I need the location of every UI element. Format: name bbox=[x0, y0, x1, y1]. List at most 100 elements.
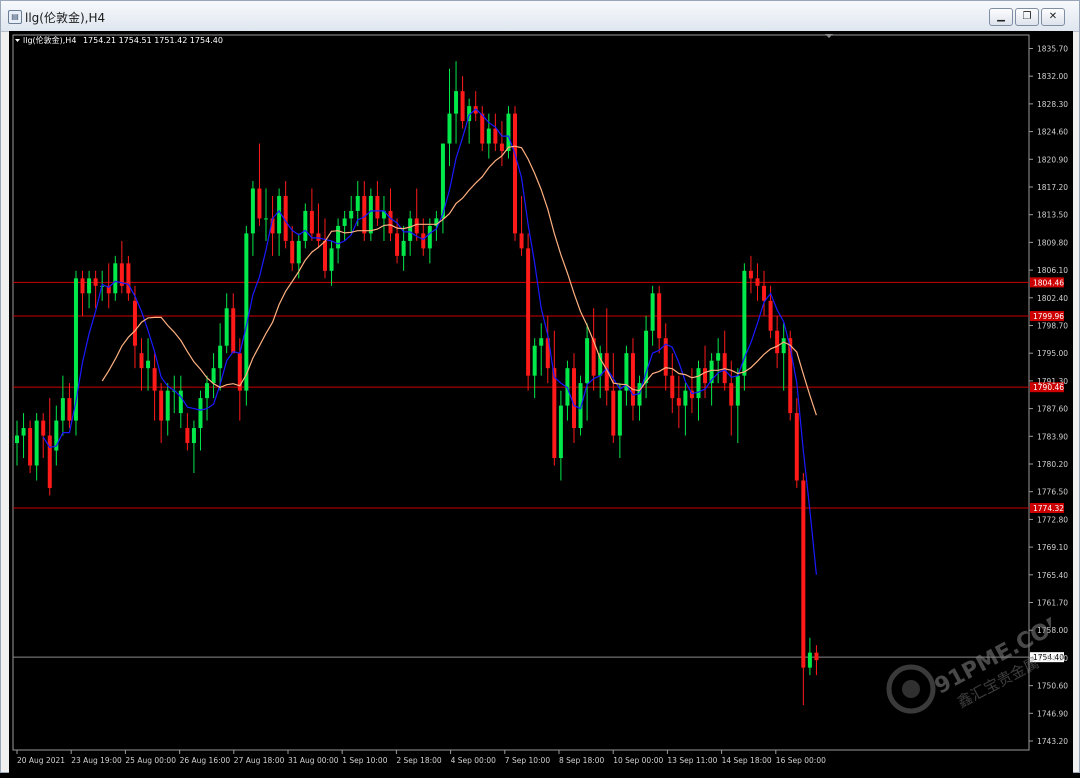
candle-body[interactable] bbox=[703, 368, 708, 384]
candle-body[interactable] bbox=[336, 225, 341, 249]
candle-body[interactable] bbox=[296, 240, 301, 264]
candle-body[interactable] bbox=[152, 368, 157, 391]
candle-body[interactable] bbox=[277, 195, 282, 234]
candle-body[interactable] bbox=[447, 113, 452, 144]
candle-body[interactable] bbox=[303, 210, 308, 241]
candle-body[interactable] bbox=[513, 113, 518, 234]
candle-body[interactable] bbox=[585, 338, 590, 384]
candle-body[interactable] bbox=[191, 428, 196, 444]
candle-body[interactable] bbox=[93, 278, 98, 286]
candle-body[interactable] bbox=[775, 330, 780, 354]
candle-body[interactable] bbox=[486, 128, 491, 144]
candle-body[interactable] bbox=[224, 308, 229, 346]
candle-body[interactable] bbox=[146, 360, 151, 369]
price-chart[interactable]: 1804.461799.961790.461774.321754.40 1835… bbox=[9, 31, 1073, 774]
shift-marker-icon[interactable] bbox=[825, 34, 833, 38]
candle-body[interactable] bbox=[532, 345, 537, 376]
candle-body[interactable] bbox=[408, 218, 413, 241]
chart-menu-icon[interactable] bbox=[15, 39, 20, 42]
candle-body[interactable] bbox=[342, 218, 347, 226]
candle-body[interactable] bbox=[657, 293, 662, 339]
candle-body[interactable] bbox=[368, 195, 373, 234]
candle-body[interactable] bbox=[781, 338, 786, 354]
candle-body[interactable] bbox=[126, 263, 131, 294]
candle-body[interactable] bbox=[395, 233, 400, 256]
candle-body[interactable] bbox=[257, 188, 262, 219]
candle-body[interactable] bbox=[113, 263, 118, 294]
candle-body[interactable] bbox=[362, 195, 367, 234]
candle-body[interactable] bbox=[185, 428, 190, 444]
candle-body[interactable] bbox=[290, 240, 295, 264]
candle-body[interactable] bbox=[421, 233, 426, 249]
candle-body[interactable] bbox=[794, 413, 799, 481]
candle-body[interactable] bbox=[87, 278, 92, 294]
candle-body[interactable] bbox=[499, 143, 504, 152]
candle-body[interactable] bbox=[401, 240, 406, 256]
candle-body[interactable] bbox=[198, 398, 203, 429]
candle-body[interactable] bbox=[250, 188, 255, 234]
candle-body[interactable] bbox=[375, 195, 380, 219]
candle-body[interactable] bbox=[132, 300, 137, 346]
candle-body[interactable] bbox=[611, 390, 616, 436]
candle-body[interactable] bbox=[60, 398, 65, 421]
candle-body[interactable] bbox=[630, 353, 635, 406]
candle-body[interactable] bbox=[218, 345, 223, 369]
candle-body[interactable] bbox=[80, 278, 85, 294]
candle-body[interactable] bbox=[205, 383, 210, 399]
candle-body[interactable] bbox=[598, 353, 603, 376]
candle-body[interactable] bbox=[506, 113, 511, 152]
candle-body[interactable] bbox=[480, 113, 485, 144]
candle-body[interactable] bbox=[67, 398, 72, 421]
candle-body[interactable] bbox=[139, 353, 144, 369]
candle-body[interactable] bbox=[211, 368, 216, 384]
candle-body[interactable] bbox=[349, 210, 354, 219]
candle-body[interactable] bbox=[552, 368, 557, 459]
candle-body[interactable] bbox=[34, 420, 39, 466]
candle-body[interactable] bbox=[15, 435, 19, 444]
candle-body[interactable] bbox=[329, 248, 334, 271]
candle-body[interactable] bbox=[650, 293, 655, 331]
title-bar[interactable]: ▤ llg(伦敦金),H4 ▁ ❐ ✕ bbox=[1, 1, 1079, 32]
candle-body[interactable] bbox=[526, 248, 531, 376]
candle-body[interactable] bbox=[571, 368, 576, 429]
candle-body[interactable] bbox=[539, 338, 544, 346]
candle-body[interactable] bbox=[460, 91, 465, 122]
candle-body[interactable] bbox=[355, 195, 360, 211]
candle-body[interactable] bbox=[454, 91, 459, 114]
candle-body[interactable] bbox=[519, 233, 524, 249]
candle-body[interactable] bbox=[696, 368, 701, 399]
candle-body[interactable] bbox=[316, 233, 321, 241]
candle-body[interactable] bbox=[617, 390, 622, 436]
candle-body[interactable] bbox=[768, 300, 773, 331]
candle-body[interactable] bbox=[558, 405, 563, 459]
candle-body[interactable] bbox=[427, 225, 432, 249]
candle-body[interactable] bbox=[807, 652, 812, 668]
candle-body[interactable] bbox=[676, 398, 681, 406]
candle-body[interactable] bbox=[801, 480, 806, 668]
candle-body[interactable] bbox=[735, 375, 740, 406]
candle-body[interactable] bbox=[388, 210, 393, 234]
candle-body[interactable] bbox=[683, 390, 688, 406]
candle-body[interactable] bbox=[762, 285, 767, 301]
candle-body[interactable] bbox=[264, 218, 269, 220]
candle-body[interactable] bbox=[755, 278, 760, 286]
candle-body[interactable] bbox=[178, 390, 183, 414]
candle-body[interactable] bbox=[814, 652, 819, 661]
candle-body[interactable] bbox=[729, 383, 734, 406]
candle-body[interactable] bbox=[41, 420, 46, 436]
candle-body[interactable] bbox=[47, 435, 52, 488]
candle-body[interactable] bbox=[670, 375, 675, 399]
candle-body[interactable] bbox=[748, 270, 753, 279]
candle-body[interactable] bbox=[309, 210, 314, 234]
candle-body[interactable] bbox=[159, 390, 164, 421]
candle-body[interactable] bbox=[165, 390, 170, 421]
candle-body[interactable] bbox=[414, 218, 419, 234]
candle-body[interactable] bbox=[244, 233, 249, 391]
candle-body[interactable] bbox=[21, 428, 26, 436]
restore-button[interactable]: ❐ bbox=[1015, 8, 1039, 26]
minimize-button[interactable]: ▁ bbox=[989, 8, 1013, 26]
candle-body[interactable] bbox=[231, 308, 236, 354]
candle-body[interactable] bbox=[493, 128, 498, 144]
candle-body[interactable] bbox=[322, 240, 327, 271]
candle-body[interactable] bbox=[28, 428, 33, 466]
